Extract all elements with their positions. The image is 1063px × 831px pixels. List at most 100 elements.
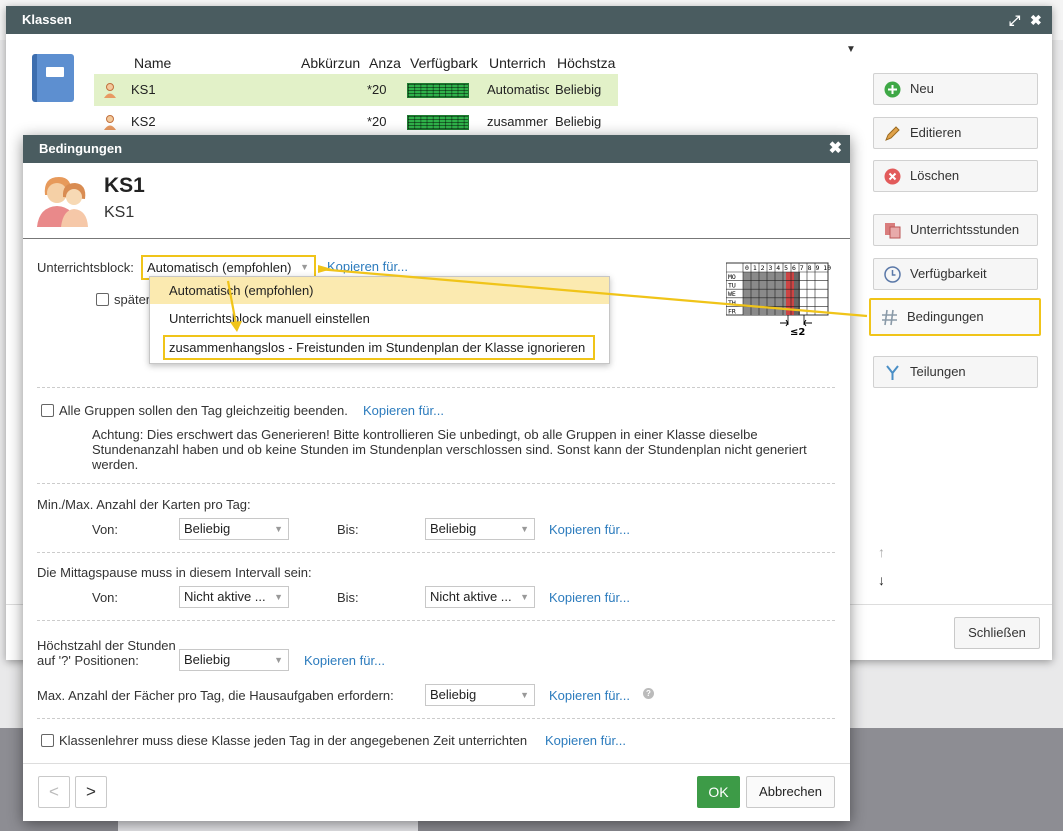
class-person-icon — [104, 83, 116, 98]
chevron-down-icon: ▼ — [520, 592, 529, 602]
col-header-verfuegbarkeit[interactable]: Verfügbark — [410, 55, 484, 71]
help-icon[interactable]: ? — [643, 688, 654, 699]
cancel-button[interactable]: Abbrechen — [746, 776, 835, 808]
maximize-icon[interactable]: ⤢ — [1009, 6, 1020, 34]
hoechstzahl-select[interactable]: Beliebig ▼ — [179, 649, 289, 671]
prev-button[interactable]: < — [38, 776, 70, 808]
close-icon[interactable]: ✖ — [1030, 6, 1042, 34]
hash-icon — [882, 309, 897, 326]
row-hoechstzahl: Beliebig — [555, 114, 602, 129]
close-button[interactable]: Schließen — [954, 617, 1040, 649]
dialog-titlebar: Bedingungen ✖ — [23, 135, 850, 163]
mittag-von-value: Nicht aktive ... — [184, 589, 266, 604]
edit-button[interactable]: Editieren — [873, 117, 1038, 149]
cards-icon — [885, 223, 901, 239]
chevron-down-icon: ▼ — [274, 592, 283, 602]
dropdown-option-manuell[interactable]: Unterrichtsblock manuell einstellen — [150, 305, 609, 332]
thumb-day: TH — [728, 299, 736, 307]
background-app-edge — [1051, 90, 1063, 150]
karten-bis-select[interactable]: Beliebig ▼ — [425, 518, 535, 540]
plus-circle-icon — [884, 81, 901, 98]
dialog-close-icon[interactable]: ✖ — [829, 135, 842, 163]
karten-bis-label: Bis: — [337, 522, 359, 537]
conditions-button[interactable]: Bedingungen — [869, 298, 1041, 336]
table-row[interactable]: KS2 *20 zusammer Beliebig — [94, 106, 618, 138]
mittag-von-select[interactable]: Nicht aktive ... ▼ — [179, 586, 289, 608]
karten-label: Min./Max. Anzahl der Karten pro Tag: — [37, 497, 251, 512]
conditions-dialog: Bedingungen ✖ KS1 KS1 Unterrichtsblock: … — [23, 135, 850, 821]
hausaufgaben-select[interactable]: Beliebig ▼ — [425, 684, 535, 706]
delete-button[interactable]: Löschen — [873, 160, 1038, 192]
table-row[interactable]: KS1 *20 Automatisc Beliebig — [94, 74, 618, 106]
new-button[interactable]: Neu — [873, 73, 1038, 105]
col-header-unterricht[interactable]: Unterrich — [489, 55, 551, 71]
col-header-anzahl[interactable]: Anza — [369, 55, 403, 71]
divider — [37, 387, 835, 388]
unterrichtsblock-label: Unterrichtsblock: — [37, 260, 134, 275]
move-down-icon[interactable]: ↓ — [878, 572, 885, 588]
delete-button-label: Löschen — [910, 168, 960, 183]
hausaufgaben-label: Max. Anzahl der Fächer pro Tag, die Haus… — [37, 688, 394, 703]
clock-icon — [884, 266, 901, 283]
alle-gruppen-checkbox[interactable] — [41, 404, 54, 417]
divider — [37, 483, 835, 484]
col-header-abkuerzung[interactable]: Abkürzun — [301, 55, 361, 71]
mittag-copy-link[interactable]: Kopieren für... — [549, 590, 630, 605]
new-button-label: Neu — [910, 81, 934, 96]
delete-circle-icon — [884, 168, 901, 185]
later-checkbox-label: später — [114, 292, 151, 307]
move-up-icon[interactable]: ↑ — [878, 544, 885, 560]
mittag-label: Die Mittagspause muss in diesem Interval… — [37, 565, 312, 580]
timetable-thumbnail: 0 1 2 3 4 5 6 7 8 9 10 MO TU WE TH FR ≤2 — [726, 262, 831, 338]
pencil-icon — [885, 126, 900, 141]
availability-grid — [407, 83, 469, 98]
unterrichtsblock-dropdown: Automatisch (empfohlen) Unterrichtsblock… — [149, 276, 610, 364]
chevron-down-icon: ▼ — [274, 655, 283, 665]
footer-divider — [23, 763, 850, 764]
karten-bis-value: Beliebig — [430, 521, 477, 536]
thumb-hours: 0 1 2 3 4 5 6 7 8 9 10 — [745, 264, 831, 272]
row-count: *20 — [367, 114, 387, 129]
hoechstzahl-copy-link[interactable]: Kopieren für... — [304, 653, 385, 668]
dropdown-option-zusammenhangslos[interactable]: zusammenhangslos - Freistunden im Stunde… — [163, 335, 595, 360]
next-button[interactable]: > — [75, 776, 107, 808]
mittag-bis-select[interactable]: Nicht aktive ... ▼ — [425, 586, 535, 608]
warning-note: Achtung: Dies erschwert das Generieren! … — [92, 427, 807, 472]
availability-button[interactable]: Verfügbarkeit — [873, 258, 1038, 290]
klassenlehrer-copy-link[interactable]: Kopieren für... — [545, 733, 626, 748]
later-checkbox[interactable] — [96, 293, 109, 306]
chevron-down-icon: ▼ — [520, 524, 529, 534]
hausaufgaben-copy-link[interactable]: Kopieren für... — [549, 688, 630, 703]
klassen-titlebar: Klassen ⤢ ✖ — [6, 6, 1052, 34]
chevron-down-icon: ▼ — [274, 524, 283, 534]
lessons-button[interactable]: Unterrichtsstunden — [873, 214, 1038, 246]
class-name: KS1 — [104, 174, 145, 197]
unterrichtsblock-copy-link[interactable]: Kopieren für... — [327, 259, 408, 274]
thumb-day: FR — [728, 307, 736, 315]
divisions-button[interactable]: Teilungen — [873, 356, 1038, 388]
karten-von-select[interactable]: Beliebig ▼ — [179, 518, 289, 540]
ok-button[interactable]: OK — [697, 776, 740, 808]
thumb-caption: ≤2 — [790, 327, 805, 338]
karten-von-label: Von: — [92, 522, 119, 537]
divisions-button-label: Teilungen — [910, 364, 966, 379]
row-name: KS1 — [131, 82, 156, 97]
chevron-down-icon: ▼ — [300, 262, 309, 272]
class-person-icon — [104, 115, 116, 130]
klassenlehrer-checkbox[interactable] — [41, 734, 54, 747]
alle-gruppen-copy-link[interactable]: Kopieren für... — [363, 403, 444, 418]
sort-caret-icon[interactable]: ▼ — [846, 44, 856, 55]
row-count: *20 — [367, 82, 387, 97]
book-icon — [32, 54, 74, 102]
header-divider — [23, 238, 850, 239]
hoechstzahl-label-1: Höchstzahl der Stunden — [37, 638, 176, 653]
col-header-hoechstzahl[interactable]: Höchstza — [557, 55, 617, 71]
mittag-bis-value: Nicht aktive ... — [430, 589, 512, 604]
col-header-name[interactable]: Name — [134, 55, 171, 71]
row-hoechstzahl: Beliebig — [555, 82, 602, 97]
mittag-bis-label: Bis: — [337, 590, 359, 605]
row-name: KS2 — [131, 114, 156, 129]
dropdown-option-automatisch[interactable]: Automatisch (empfohlen) — [150, 277, 609, 304]
karten-copy-link[interactable]: Kopieren für... — [549, 522, 630, 537]
class-short-name: KS1 — [104, 204, 135, 221]
